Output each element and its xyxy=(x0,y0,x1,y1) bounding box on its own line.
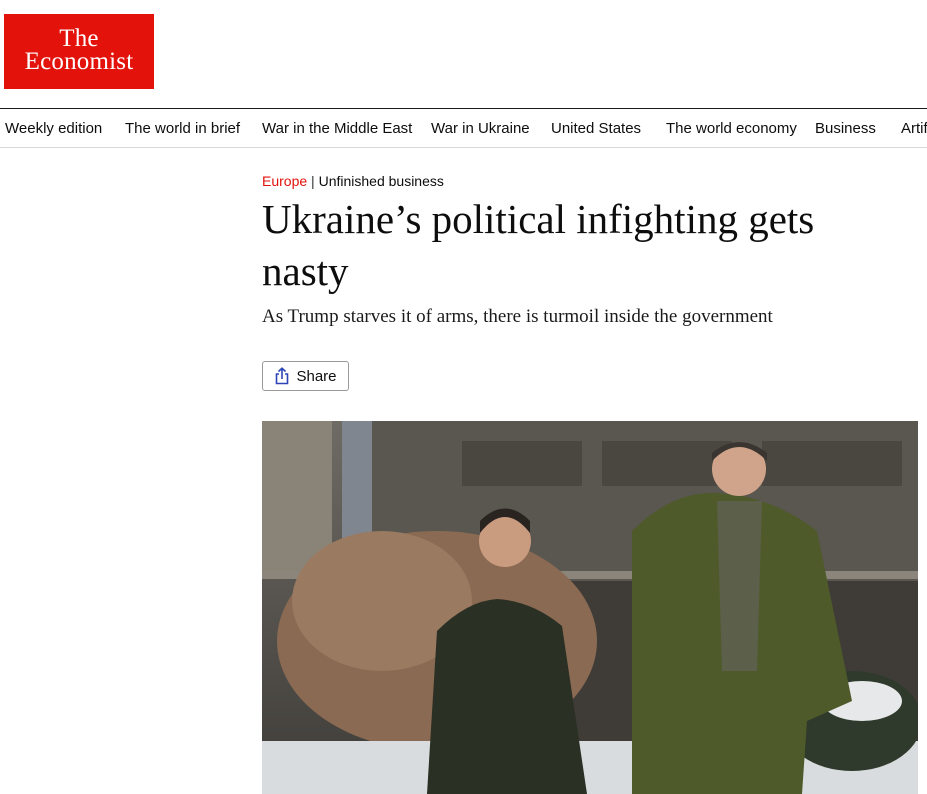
article-subheadline: As Trump starves it of arms, there is tu… xyxy=(262,306,773,327)
kicker-separator: | xyxy=(311,173,315,189)
nav-item-war-in-middle-east[interactable]: War in the Middle East xyxy=(262,120,412,137)
nav-item-business[interactable]: Business xyxy=(815,120,876,137)
share-button[interactable]: Share xyxy=(262,361,349,391)
nav-item-world-in-brief[interactable]: The world in brief xyxy=(125,120,240,137)
section-link[interactable]: Europe xyxy=(262,173,307,189)
nav-item-world-economy[interactable]: The world economy xyxy=(666,120,797,137)
article-headline: Ukraine’s political infighting gets nast… xyxy=(262,196,815,294)
share-label: Share xyxy=(296,367,337,385)
nav-item-weekly-edition[interactable]: Weekly edition xyxy=(5,120,102,137)
logo-line-2: Economist xyxy=(24,48,134,75)
nav-item-war-in-ukraine[interactable]: War in Ukraine xyxy=(431,120,530,137)
article-kicker: Europe | Unfinished business xyxy=(262,173,444,189)
economist-logo[interactable]: The Economist xyxy=(4,14,154,89)
main-nav: Weekly edition The world in brief War in… xyxy=(0,108,927,148)
share-icon xyxy=(274,367,290,385)
nav-item-united-states[interactable]: United States xyxy=(551,120,641,137)
logo-line-1: The xyxy=(59,25,99,52)
article-photo xyxy=(262,421,918,794)
article-rubric: Unfinished business xyxy=(318,173,444,189)
nav-item-artificial-intelligence[interactable]: Artificial intelligence xyxy=(901,120,927,137)
